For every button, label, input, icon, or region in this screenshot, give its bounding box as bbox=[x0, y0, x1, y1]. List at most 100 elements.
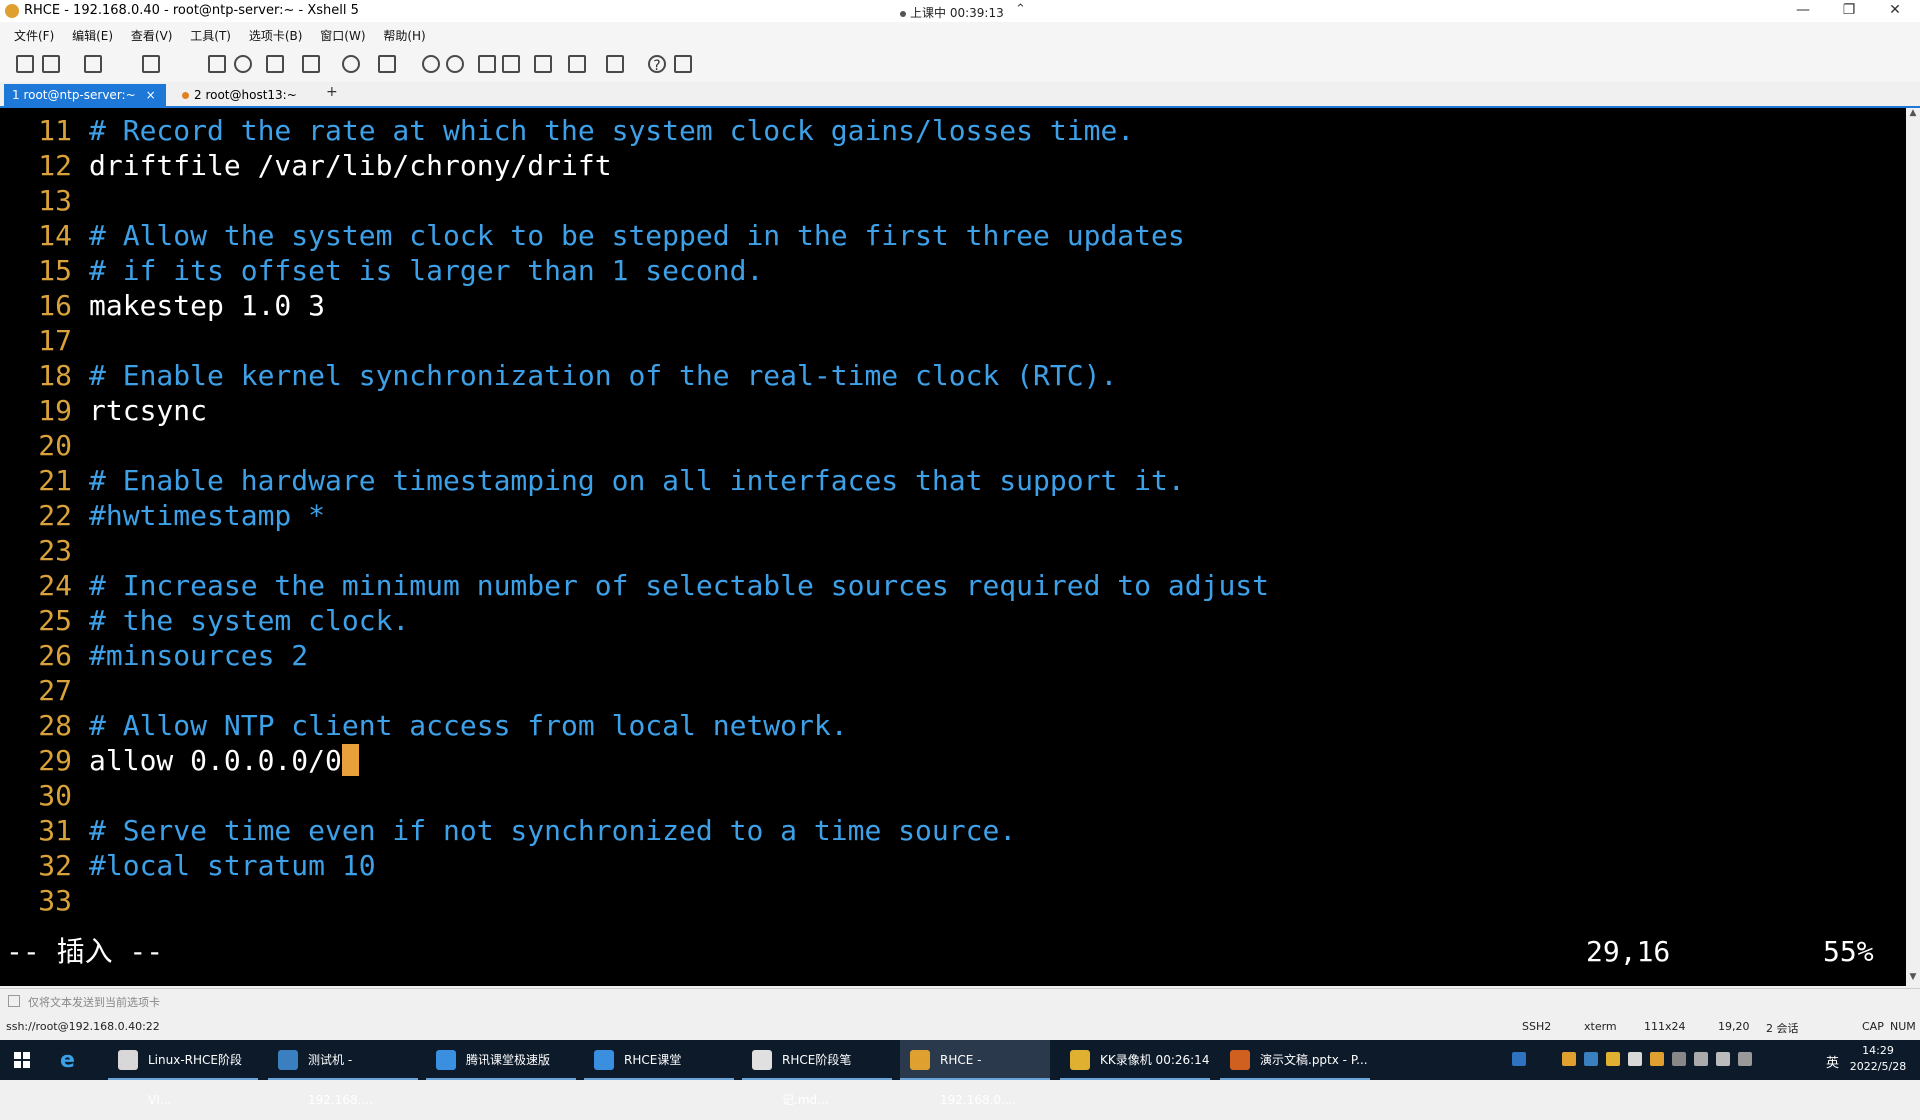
line-number: 13 bbox=[38, 184, 72, 217]
minimize-button[interactable]: — bbox=[1780, 0, 1826, 22]
terminal-line: 23 bbox=[0, 533, 89, 568]
copy-icon[interactable] bbox=[208, 55, 226, 73]
terminal-line: 33 bbox=[0, 883, 89, 918]
status-bar: ssh://root@192.168.0.40:22 SSH2 xterm 11… bbox=[0, 1014, 1920, 1038]
tray-app-icon[interactable] bbox=[1628, 1052, 1642, 1066]
menu-bar: 文件(F) 编辑(E) 查看(V) 工具(T) 选项卡(B) 窗口(W) 帮助(… bbox=[0, 22, 1920, 46]
ime-indicator[interactable]: 英 bbox=[1826, 1052, 1839, 1071]
terminal-line: 24 # Increase the minimum number of selec… bbox=[0, 568, 1269, 603]
keyboard-icon[interactable] bbox=[534, 55, 552, 73]
new-session-icon[interactable] bbox=[16, 55, 34, 73]
font-icon[interactable] bbox=[378, 55, 396, 73]
tab-ntp-server[interactable]: 1 root@ntp-server:~ × bbox=[4, 84, 166, 106]
menu-help[interactable]: 帮助(H) bbox=[383, 27, 425, 44]
taskbar-item[interactable]: KK录像机 00:26:14 bbox=[1060, 1040, 1210, 1080]
taskbar-app-icon bbox=[118, 1050, 138, 1070]
find-icon[interactable] bbox=[234, 55, 252, 73]
notification-icon[interactable] bbox=[1512, 1052, 1526, 1066]
volume-icon[interactable] bbox=[1738, 1052, 1752, 1066]
tray-app-icon[interactable] bbox=[1562, 1052, 1576, 1066]
caps-lock-indicator: CAP bbox=[1862, 1020, 1884, 1033]
session-status-text: 上课中 00:39:13 bbox=[910, 6, 1004, 20]
tray-app-icon[interactable] bbox=[1650, 1052, 1664, 1066]
network-icon[interactable] bbox=[1716, 1052, 1730, 1066]
new-tab-icon[interactable] bbox=[568, 55, 586, 73]
config-comment: # Allow the system clock to be stepped i… bbox=[89, 219, 1185, 252]
taskbar-item[interactable]: 腾讯课堂极速版 bbox=[426, 1040, 576, 1080]
taskbar-item[interactable]: 演示文稿.pptx - P... bbox=[1220, 1040, 1370, 1080]
chevron-up-icon[interactable]: ⌃ bbox=[1015, 2, 1026, 17]
taskbar-item[interactable]: RHCE - 192.168.0.... bbox=[900, 1040, 1050, 1107]
terminal-scrollbar[interactable]: ▲ ▼ bbox=[1906, 108, 1920, 986]
tab-host13-label: 2 root@host13:~ bbox=[194, 88, 297, 102]
line-number: 14 bbox=[38, 219, 72, 252]
terminal-line: 19 rtcsync bbox=[0, 393, 207, 428]
toolbar: ? bbox=[0, 46, 1920, 83]
line-number: 25 bbox=[38, 604, 72, 637]
fullscreen-icon[interactable] bbox=[478, 55, 496, 73]
menu-file[interactable]: 文件(F) bbox=[14, 27, 54, 44]
line-number: 23 bbox=[38, 534, 72, 567]
system-clock[interactable]: 14:29 2022/5/28 bbox=[1840, 1043, 1916, 1075]
taskbar-item[interactable]: RHCE阶段笔记.md... bbox=[742, 1040, 892, 1107]
chat-icon[interactable] bbox=[674, 55, 692, 73]
line-number: 18 bbox=[38, 359, 72, 392]
tab-host13[interactable]: 2 root@host13:~ bbox=[174, 84, 314, 106]
open-folder-icon[interactable] bbox=[42, 55, 60, 73]
tray-app-icon[interactable] bbox=[1584, 1052, 1598, 1066]
help-icon[interactable]: ? bbox=[648, 55, 666, 74]
config-comment: # Serve time even if not synchronized to… bbox=[89, 814, 1017, 847]
record-dot-icon bbox=[900, 10, 906, 17]
edge-browser-icon[interactable]: e bbox=[60, 1048, 75, 1073]
xftp-icon[interactable] bbox=[422, 55, 440, 73]
compose-bar[interactable]: 仅将文本发送到当前选项卡 bbox=[0, 988, 1920, 1013]
transfer-icon[interactable] bbox=[302, 55, 320, 73]
taskbar-item-label: 测试机 - 192.168.... bbox=[308, 1053, 373, 1107]
terminal-line: 30 bbox=[0, 778, 89, 813]
terminal-line: 18 # Enable kernel synchronization of the… bbox=[0, 358, 1117, 393]
lock-icon[interactable] bbox=[502, 55, 520, 73]
taskbar-app-icon bbox=[752, 1050, 772, 1070]
vim-cursor-position: 29,16 bbox=[1586, 935, 1671, 968]
taskbar-item[interactable]: 测试机 - 192.168.... bbox=[268, 1040, 418, 1107]
config-directive: driftfile /var/lib/chrony/drift bbox=[89, 149, 612, 182]
start-menu-icon[interactable] bbox=[14, 1052, 30, 1068]
taskbar-item[interactable]: Linux-RHCE阶段VI... bbox=[108, 1040, 258, 1107]
tab-bar: 1 root@ntp-server:~ × 2 root@host13:~ bbox=[0, 82, 1920, 108]
line-number: 33 bbox=[38, 884, 72, 917]
disconnect-icon[interactable] bbox=[84, 55, 102, 73]
print-icon[interactable] bbox=[266, 55, 284, 73]
menu-tabs[interactable]: 选项卡(B) bbox=[249, 27, 303, 44]
taskbar-item-label: RHCE阶段笔记.md... bbox=[782, 1053, 852, 1107]
menu-window[interactable]: 窗口(W) bbox=[320, 27, 365, 44]
properties-icon[interactable] bbox=[142, 55, 160, 73]
menu-view[interactable]: 查看(V) bbox=[131, 27, 173, 44]
vim-mode-indicator: -- 插入 -- bbox=[6, 935, 164, 968]
terminal-view[interactable]: 11 # Record the rate at which the system … bbox=[0, 108, 1906, 986]
tray-app-icon[interactable] bbox=[1606, 1052, 1620, 1066]
layout-icon[interactable] bbox=[606, 55, 624, 73]
menu-tools[interactable]: 工具(T) bbox=[190, 27, 231, 44]
scroll-down-icon[interactable]: ▼ bbox=[1906, 972, 1920, 986]
terminal-line: 21 # Enable hardware timestamping on all … bbox=[0, 463, 1184, 498]
tab-close-icon[interactable]: × bbox=[146, 88, 156, 102]
tray-app-icon[interactable] bbox=[1672, 1052, 1686, 1066]
taskbar-item-label: 腾讯课堂极速版 bbox=[466, 1053, 551, 1067]
config-comment: # if its offset is larger than 1 second. bbox=[89, 254, 764, 287]
scroll-up-icon[interactable]: ▲ bbox=[1906, 108, 1920, 122]
taskbar-item[interactable]: RHCE课堂 bbox=[584, 1040, 734, 1080]
globe-icon[interactable] bbox=[342, 55, 360, 73]
tray-app-icon[interactable] bbox=[1694, 1052, 1708, 1066]
add-tab-button[interactable]: + bbox=[326, 84, 338, 100]
terminal-line: 31 # Serve time even if not synchronized … bbox=[0, 813, 1016, 848]
close-button[interactable]: ✕ bbox=[1872, 0, 1918, 22]
config-comment: # the system clock. bbox=[89, 604, 410, 637]
taskbar-app-icon bbox=[1070, 1050, 1090, 1070]
config-directive: allow 0.0.0.0/0 bbox=[89, 744, 342, 777]
session-status-icon bbox=[182, 92, 189, 99]
menu-edit[interactable]: 编辑(E) bbox=[72, 27, 113, 44]
restore-button[interactable]: ❐ bbox=[1826, 0, 1872, 22]
line-number: 24 bbox=[38, 569, 72, 602]
tunnel-icon[interactable] bbox=[446, 55, 464, 73]
text-cursor bbox=[341, 744, 359, 776]
